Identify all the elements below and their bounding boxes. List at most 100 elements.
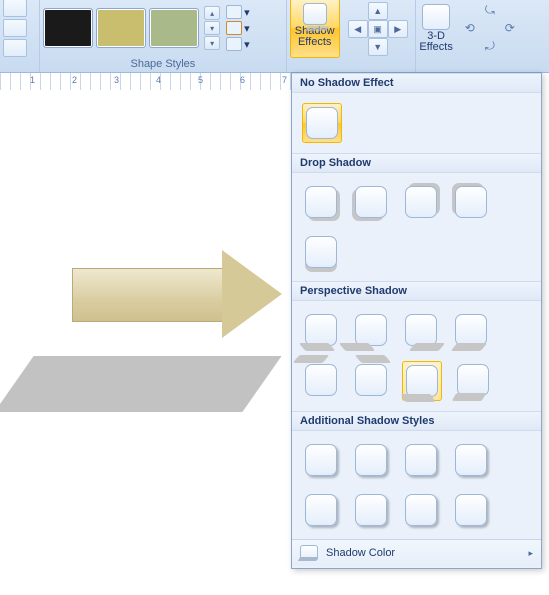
nudge-shadow-left[interactable]: ◀	[348, 20, 368, 38]
chip-icon	[455, 494, 487, 526]
gallery-more-icon[interactable]: ▾	[204, 36, 220, 50]
shadow-none[interactable]	[302, 103, 342, 143]
three-d-icon	[422, 4, 450, 30]
shape-preset-1[interactable]	[3, 0, 27, 17]
drop-shadow-5[interactable]	[302, 233, 340, 271]
ruler-mark: 5	[198, 75, 203, 85]
shadow-color-menu[interactable]: Shadow Color ▸	[292, 539, 541, 566]
chip-icon	[355, 186, 387, 218]
shape-style-sage[interactable]	[149, 8, 199, 48]
shape-preset-3[interactable]	[3, 39, 27, 57]
shape-style-black[interactable]	[43, 8, 93, 48]
shape-styles-label: Shape Styles	[43, 57, 283, 72]
gallery-up-icon[interactable]: ▴	[204, 6, 220, 20]
three-d-label: 3-D Effects	[419, 31, 452, 53]
perspective-shadow-1[interactable]	[302, 311, 340, 349]
drop-shadow-1[interactable]	[302, 183, 340, 221]
ruler-mark: 1	[30, 75, 35, 85]
three-d-button[interactable]: 3-D Effects	[419, 4, 452, 53]
section-no-shadow: No Shadow Effect	[292, 73, 541, 93]
insert-shapes-group	[0, 0, 40, 72]
chip-icon	[305, 444, 337, 476]
chip-icon	[355, 494, 387, 526]
shadow-effects-gallery: No Shadow Effect Drop Shadow Perspective…	[291, 72, 542, 569]
three-d-tilt-pad: ⤿ ⤾ ⟲ ⟳	[460, 2, 520, 54]
nudge-shadow-down[interactable]: ▼	[368, 38, 388, 56]
chip-icon	[405, 186, 437, 218]
section-additional-shadow: Additional Shadow Styles	[292, 411, 541, 431]
shadow-nudge-pad: ▲ ▼ ◀ ▶ ▣	[347, 2, 407, 54]
chip-icon	[405, 314, 437, 346]
ruler-mark: 3	[114, 75, 119, 85]
chip-icon	[355, 444, 387, 476]
nudge-shadow-right[interactable]: ▶	[388, 20, 408, 38]
chip-icon	[355, 364, 387, 396]
shape-styles-group: ▴ ▾ ▾ ▾ ▾ ▾ Shape Styles	[40, 0, 287, 72]
perspective-shadow-5[interactable]	[302, 361, 340, 399]
chip-icon	[305, 364, 337, 396]
chip-icon	[305, 186, 337, 218]
tilt-up[interactable]: ⤿	[481, 2, 499, 18]
ruler-mark: 2	[72, 75, 77, 85]
shadow-group-label	[290, 57, 413, 72]
arrow-shape[interactable]	[72, 250, 292, 338]
drop-shadow-4[interactable]	[452, 183, 490, 221]
section-perspective-shadow: Perspective Shadow	[292, 281, 541, 301]
tilt-left[interactable]: ⟲	[461, 20, 479, 36]
shadow-effects-icon	[303, 3, 327, 25]
shape-fill-button[interactable]: ▾	[226, 5, 256, 19]
chip-icon	[306, 107, 338, 139]
chip-icon	[305, 236, 337, 268]
ribbon: ▴ ▾ ▾ ▾ ▾ ▾ Shape Styles Shadow Effects …	[0, 0, 549, 73]
perspective-shadow-3[interactable]	[402, 311, 440, 349]
drop-shadow-3[interactable]	[402, 183, 440, 221]
change-shape-icon	[226, 37, 242, 51]
additional-shadow-8[interactable]	[452, 491, 490, 529]
perspective-shadow-2[interactable]	[352, 311, 390, 349]
chip-icon	[405, 444, 437, 476]
additional-shadow-2[interactable]	[352, 441, 390, 479]
pencil-icon	[226, 21, 242, 35]
arrow-shadow	[0, 356, 282, 412]
chip-icon	[406, 365, 438, 397]
ruler-mark: 6	[240, 75, 245, 85]
three-d-group: 3-D Effects ⤿ ⤾ ⟲ ⟳	[416, 0, 549, 72]
nudge-shadow-up[interactable]: ▲	[368, 2, 388, 20]
three-d-group-label	[419, 57, 546, 72]
shadow-color-label: Shadow Color	[326, 547, 395, 559]
chip-icon	[305, 314, 337, 346]
additional-shadow-6[interactable]	[352, 491, 390, 529]
chip-icon	[455, 444, 487, 476]
perspective-shadow-7[interactable]	[402, 361, 442, 401]
additional-shadow-7[interactable]	[402, 491, 440, 529]
ruler-mark: 7	[282, 75, 287, 85]
additional-shadow-3[interactable]	[402, 441, 440, 479]
paint-bucket-icon	[226, 5, 242, 19]
chip-icon	[455, 314, 487, 346]
additional-shadow-5[interactable]	[302, 491, 340, 529]
submenu-arrow-icon: ▸	[528, 548, 533, 559]
gallery-down-icon[interactable]: ▾	[204, 21, 220, 35]
shape-preset-2[interactable]	[3, 19, 27, 37]
style-gallery-scroll: ▴ ▾ ▾	[204, 6, 220, 50]
shadow-effects-button[interactable]: Shadow Effects	[290, 0, 340, 58]
shadow-color-icon	[300, 545, 318, 561]
drop-shadow-2[interactable]	[352, 183, 390, 221]
tilt-down[interactable]: ⤾	[481, 38, 499, 54]
shadow-toggle[interactable]: ▣	[368, 20, 388, 38]
chip-icon	[455, 186, 487, 218]
insert-shapes-label	[3, 57, 36, 72]
additional-shadow-4[interactable]	[452, 441, 490, 479]
perspective-shadow-8[interactable]	[454, 361, 492, 399]
chip-icon	[457, 364, 489, 396]
perspective-shadow-6[interactable]	[352, 361, 390, 399]
shape-style-olive[interactable]	[96, 8, 146, 48]
additional-shadow-1[interactable]	[302, 441, 340, 479]
shadow-effects-group: Shadow Effects ▲ ▼ ◀ ▶ ▣	[287, 0, 417, 72]
perspective-shadow-4[interactable]	[452, 311, 490, 349]
chip-icon	[405, 494, 437, 526]
chip-icon	[305, 494, 337, 526]
change-shape-button[interactable]: ▾	[226, 37, 256, 51]
shape-outline-button[interactable]: ▾	[226, 21, 256, 35]
tilt-right[interactable]: ⟳	[501, 20, 519, 36]
